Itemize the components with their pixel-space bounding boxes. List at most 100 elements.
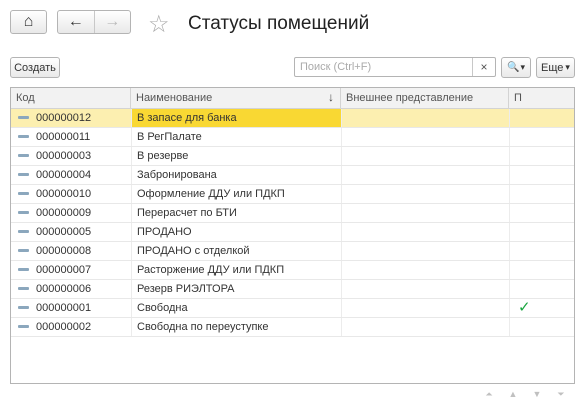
predefined-cell <box>509 318 574 336</box>
table-row[interactable]: 000000001 Свободна ✓ <box>11 299 574 318</box>
item-icon <box>18 324 29 328</box>
table-row[interactable]: 000000011 В РегПалате <box>11 128 574 147</box>
external-cell <box>341 242 509 260</box>
chevron-down-icon: ▼ <box>532 389 542 399</box>
chevron-down-icon: ▾ <box>520 62 525 72</box>
external-cell <box>341 109 509 127</box>
code-cell: 000000004 <box>11 166 131 184</box>
table-row[interactable]: 000000012 В запасе для банка <box>11 109 574 128</box>
external-cell <box>341 318 509 336</box>
create-button-label: Создать <box>14 61 56 74</box>
sort-down-icon: ↓ <box>328 90 334 104</box>
more-button-label: Еще <box>541 61 564 74</box>
chevron-down-icon: ▾ <box>565 62 570 72</box>
code-cell: 000000007 <box>11 261 131 279</box>
code-value: 000000002 <box>36 321 92 333</box>
name-cell: Свободна по переуступке <box>131 318 341 336</box>
code-cell: 000000003 <box>11 147 131 165</box>
home-button[interactable]: ⌂ <box>10 10 47 34</box>
table-row[interactable]: 000000005 ПРОДАНО <box>11 223 574 242</box>
code-cell: 000000005 <box>11 223 131 241</box>
more-button[interactable]: Еще ▾ <box>536 57 575 78</box>
name-cell: ПРОДАНО с отделкой <box>131 242 341 260</box>
predefined-cell <box>509 223 574 241</box>
table-row[interactable]: 000000003 В резерве <box>11 147 574 166</box>
forward-button[interactable]: → <box>93 11 131 33</box>
close-icon: × <box>480 60 488 74</box>
name-cell: Забронирована <box>131 166 341 184</box>
item-icon <box>18 229 29 233</box>
name-cell: В РегПалате <box>131 128 341 146</box>
item-icon <box>18 191 29 195</box>
code-value: 000000012 <box>36 112 92 124</box>
arrow-left-icon: ← <box>67 13 84 30</box>
predefined-cell <box>509 185 574 203</box>
item-icon <box>18 172 29 176</box>
item-icon <box>18 210 29 214</box>
code-cell: 000000009 <box>11 204 131 222</box>
search-input[interactable] <box>295 58 470 76</box>
item-icon <box>18 115 29 119</box>
code-value: 000000008 <box>36 245 92 257</box>
item-icon <box>18 267 29 271</box>
table-row[interactable]: 000000007 Расторжение ДДУ или ПДКП <box>11 261 574 280</box>
next-page-button[interactable]: ▼ <box>525 386 549 402</box>
name-cell: Расторжение ДДУ или ПДКП <box>131 261 341 279</box>
table-row[interactable]: 000000002 Свободна по переуступке <box>11 318 574 337</box>
external-cell <box>341 185 509 203</box>
code-value: 000000007 <box>36 264 92 276</box>
predefined-cell <box>509 242 574 260</box>
column-header-code[interactable]: Код <box>11 88 131 108</box>
table-row[interactable]: 000000008 ПРОДАНО с отделкой <box>11 242 574 261</box>
code-cell: 000000011 <box>11 128 131 146</box>
first-page-button[interactable]: ⏶ <box>477 386 501 402</box>
predefined-cell <box>509 128 574 146</box>
predefined-cell <box>509 261 574 279</box>
search-options-button[interactable]: 🔍 ▾ <box>501 57 531 78</box>
code-cell: 000000006 <box>11 280 131 298</box>
name-cell: В запасе для банка <box>131 109 341 127</box>
column-header-name[interactable]: Наименование ↓ <box>131 88 341 108</box>
pager: ⏶ ▲ ▼ ⏷ <box>477 386 573 402</box>
arrow-right-icon: → <box>104 13 121 30</box>
code-cell: 000000012 <box>11 109 131 127</box>
table-row[interactable]: 000000010 Оформление ДДУ или ПДКП <box>11 185 574 204</box>
checkmark-icon: ✓ <box>509 299 574 317</box>
back-button[interactable]: ← <box>58 11 94 33</box>
search-field: × <box>294 57 496 77</box>
external-cell <box>341 128 509 146</box>
code-cell: 000000001 <box>11 299 131 317</box>
name-cell: Перерасчет по БТИ <box>131 204 341 222</box>
favorite-star-icon[interactable]: ☆ <box>148 10 170 39</box>
clear-search-button[interactable]: × <box>472 58 495 76</box>
item-icon <box>18 153 29 157</box>
name-cell: Свободна <box>131 299 341 317</box>
nav-back-forward: ← → <box>57 10 131 34</box>
code-value: 000000006 <box>36 283 92 295</box>
code-cell: 000000008 <box>11 242 131 260</box>
name-cell: ПРОДАНО <box>131 223 341 241</box>
name-cell: В резерве <box>131 147 341 165</box>
chevron-top-icon: ⏶ <box>485 388 493 399</box>
code-value: 000000004 <box>36 169 92 181</box>
table-row[interactable]: 000000006 Резерв РИЭЛТОРА <box>11 280 574 299</box>
external-cell <box>341 223 509 241</box>
code-value: 000000001 <box>36 302 92 314</box>
table-row[interactable]: 000000009 Перерасчет по БТИ <box>11 204 574 223</box>
name-cell: Оформление ДДУ или ПДКП <box>131 185 341 203</box>
column-header-external[interactable]: Внешнее представление <box>341 88 509 108</box>
code-cell: 000000010 <box>11 185 131 203</box>
predefined-cell <box>509 147 574 165</box>
code-value: 000000011 <box>36 131 91 143</box>
last-page-button[interactable]: ⏷ <box>549 386 573 402</box>
code-cell: 000000002 <box>11 318 131 336</box>
predefined-cell <box>509 166 574 184</box>
predefined-cell <box>509 204 574 222</box>
predefined-cell <box>509 109 574 127</box>
table-row[interactable]: 000000004 Забронирована <box>11 166 574 185</box>
chevron-up-icon: ▲ <box>508 389 518 399</box>
column-header-p[interactable]: П <box>509 88 574 108</box>
create-button[interactable]: Создать <box>10 57 60 78</box>
external-cell <box>341 204 509 222</box>
prev-page-button[interactable]: ▲ <box>501 386 525 402</box>
